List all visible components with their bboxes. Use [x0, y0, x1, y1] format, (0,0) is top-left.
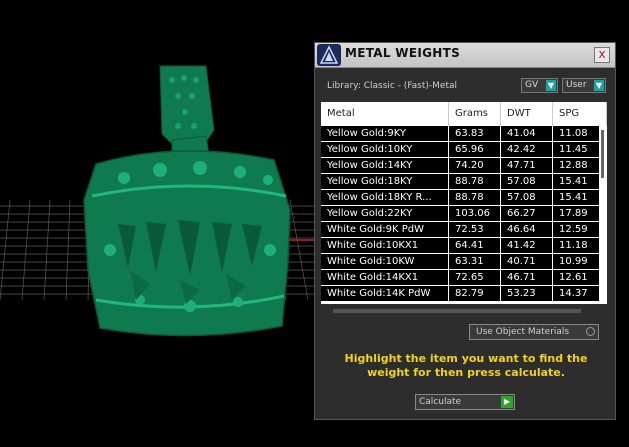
cell-metal: Yellow Gold:18KY R... — [321, 190, 449, 205]
cell-metal: Yellow Gold:9KY — [321, 126, 449, 141]
table-row[interactable]: White Gold:9K PdW 72.53 46.64 12.59 — [321, 222, 607, 238]
table-row[interactable]: White Gold:10KX1 64.41 41.42 11.18 — [321, 238, 607, 254]
metal-weights-panel: METAL WEIGHTS x Library: Classic - (Fast… — [314, 42, 616, 420]
cell-dwt: 57.08 — [501, 190, 553, 205]
cell-spg: 12.61 — [553, 270, 607, 285]
user-select-value: User — [566, 80, 587, 90]
calculate-button[interactable]: Calculate ▶ — [415, 394, 515, 410]
column-header-grams[interactable]: Grams — [449, 102, 501, 126]
table-row[interactable]: Yellow Gold:9KY 63.83 41.04 11.08 — [321, 126, 607, 142]
cell-grams: 63.83 — [449, 126, 501, 141]
cell-grams: 88.78 — [449, 174, 501, 189]
radio-icon — [586, 327, 595, 336]
cell-dwt: 46.64 — [501, 222, 553, 237]
vertical-scrollbar[interactable] — [601, 130, 604, 178]
cell-metal: Yellow Gold:10KY — [321, 142, 449, 157]
cell-spg: 15.41 — [553, 190, 607, 205]
table-header: Metal Grams DWT SPG — [321, 102, 607, 126]
metal-table[interactable]: Metal Grams DWT SPG Yellow Gold:9KY 63.8… — [321, 102, 607, 304]
column-header-dwt[interactable]: DWT — [501, 102, 553, 126]
table-row[interactable]: Yellow Gold:18KY 88.78 57.08 15.41 — [321, 174, 607, 190]
close-icon[interactable]: x — [594, 47, 610, 63]
unit-select-value: GV — [525, 80, 539, 90]
cell-spg: 12.88 — [553, 158, 607, 173]
dropdown-arrow-icon: ▼ — [546, 80, 556, 91]
material-option-label: Use Object Materials — [476, 327, 570, 337]
cell-metal: Yellow Gold:22KY — [321, 206, 449, 221]
user-select[interactable]: User ▼ — [562, 78, 606, 93]
cell-grams: 82.79 — [449, 286, 501, 301]
use-object-materials-select[interactable]: Use Object Materials — [469, 324, 599, 340]
cell-spg: 11.45 — [553, 142, 607, 157]
cell-grams: 103.06 — [449, 206, 501, 221]
table-row[interactable]: Yellow Gold:10KY 65.96 42.42 11.45 — [321, 142, 607, 158]
column-header-spg[interactable]: SPG — [553, 102, 607, 126]
cell-metal: White Gold:14K PdW — [321, 286, 449, 301]
cell-spg: 11.08 — [553, 126, 607, 141]
cell-dwt: 41.04 — [501, 126, 553, 141]
cell-metal: White Gold:14KX1 — [321, 270, 449, 285]
cell-dwt: 66.27 — [501, 206, 553, 221]
cell-dwt: 47.71 — [501, 158, 553, 173]
library-label: Library: Classic - (Fast)-Metal — [327, 81, 458, 91]
cell-grams: 88.78 — [449, 190, 501, 205]
unit-select[interactable]: GV ▼ — [521, 78, 558, 93]
cell-dwt: 57.08 — [501, 174, 553, 189]
table-row[interactable]: White Gold:14KX1 72.65 46.71 12.61 — [321, 270, 607, 286]
cell-dwt: 46.71 — [501, 270, 553, 285]
cell-spg: 12.59 — [553, 222, 607, 237]
cell-metal: White Gold:10KX1 — [321, 238, 449, 253]
cell-metal: White Gold:9K PdW — [321, 222, 449, 237]
cell-spg: 10.99 — [553, 254, 607, 269]
cell-dwt: 53.23 — [501, 286, 553, 301]
cell-grams: 72.65 — [449, 270, 501, 285]
pendant-bail — [159, 65, 215, 165]
cell-dwt: 40.71 — [501, 254, 553, 269]
play-icon: ▶ — [501, 396, 513, 408]
table-row[interactable]: White Gold:10KW 63.31 40.71 10.99 — [321, 254, 607, 270]
cell-metal: Yellow Gold:14KY — [321, 158, 449, 173]
cell-spg: 11.18 — [553, 238, 607, 253]
cell-spg: 15.41 — [553, 174, 607, 189]
table-row[interactable]: Yellow Gold:14KY 74.20 47.71 12.88 — [321, 158, 607, 174]
table-row[interactable]: Yellow Gold:18KY R... 88.78 57.08 15.41 — [321, 190, 607, 206]
cell-metal: Yellow Gold:18KY — [321, 174, 449, 189]
treasure-chest-model — [83, 150, 291, 337]
cell-grams: 74.20 — [449, 158, 501, 173]
horizontal-scrollbar[interactable] — [333, 309, 581, 313]
panel-titlebar[interactable]: METAL WEIGHTS x — [315, 43, 615, 68]
instruction-text: Highlight the item you want to find the … — [344, 352, 588, 379]
cell-grams: 63.31 — [449, 254, 501, 269]
column-header-metal[interactable]: Metal — [321, 102, 449, 126]
cell-grams: 72.53 — [449, 222, 501, 237]
calculate-label: Calculate — [419, 397, 462, 407]
dropdown-arrow-icon: ▼ — [594, 80, 604, 91]
cell-dwt: 41.42 — [501, 238, 553, 253]
cell-grams: 65.96 — [449, 142, 501, 157]
cell-spg: 17.89 — [553, 206, 607, 221]
cell-dwt: 42.42 — [501, 142, 553, 157]
app-logo-icon — [317, 44, 341, 66]
cell-grams: 64.41 — [449, 238, 501, 253]
cell-spg: 14.37 — [553, 286, 607, 301]
panel-title: METAL WEIGHTS — [345, 46, 461, 60]
cell-metal: White Gold:10KW — [321, 254, 449, 269]
table-row[interactable]: Yellow Gold:22KY 103.06 66.27 17.89 — [321, 206, 607, 222]
table-row[interactable]: White Gold:14K PdW 82.79 53.23 14.37 — [321, 286, 607, 302]
